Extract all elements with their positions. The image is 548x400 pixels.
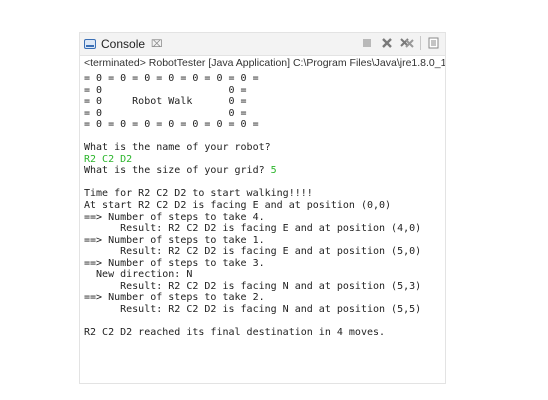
console-output[interactable]: = 0 = 0 = 0 = 0 = 0 = 0 = 0 = = 0 0 = = … <box>84 73 443 383</box>
banner-bottom: = 0 = 0 = 0 = 0 = 0 = 0 = 0 = <box>84 119 259 131</box>
console-tab[interactable]: Console ⌧ <box>80 33 169 55</box>
steps-line-4: ==> Number of steps to take 2. <box>84 292 265 304</box>
terminate-icon[interactable] <box>360 36 374 50</box>
start-position-line: At start R2 C2 D2 is facing E and at pos… <box>84 200 392 212</box>
console-view: Console ⌧ <terminated> RobotTester [Java… <box>79 32 446 384</box>
toolbar-separator <box>420 36 421 50</box>
prompt-robot-name: What is the name of your robot? <box>84 142 271 154</box>
steps-line-3: ==> Number of steps to take 3. <box>84 257 265 269</box>
console-toolbar <box>360 36 441 50</box>
banner-title: = 0 Robot Walk 0 = <box>84 96 247 108</box>
banner-side-1: = 0 0 = <box>84 84 247 96</box>
banner-top: = 0 = 0 = 0 = 0 = 0 = 0 = 0 = <box>84 73 259 84</box>
input-robot-name: R2 C2 D2 <box>84 153 133 165</box>
steps-line-1: ==> Number of steps to take 4. <box>84 211 265 223</box>
prompt-grid-size: What is the size of your grid? <box>84 165 271 177</box>
result-line-1: Result: R2 C2 D2 is facing E and at posi… <box>84 223 422 235</box>
result-line-2: Result: R2 C2 D2 is facing E and at posi… <box>84 246 422 258</box>
console-icon <box>84 39 96 49</box>
result-line-4: Result: R2 C2 D2 is facing N and at posi… <box>84 303 422 315</box>
banner-side-2: = 0 0 = <box>84 107 247 119</box>
remove-all-icon[interactable] <box>400 36 414 50</box>
console-tab-label: Console <box>101 37 146 51</box>
start-walking-line: Time for R2 C2 D2 to start walking!!!! <box>84 188 313 200</box>
new-direction-line: New direction: N <box>84 269 193 281</box>
view-tab-bar: Console ⌧ <box>80 33 445 56</box>
final-destination-line: R2 C2 D2 reached its final destination i… <box>84 327 386 339</box>
remove-launch-icon[interactable] <box>380 36 394 50</box>
input-grid-size: 5 <box>270 165 277 177</box>
steps-line-2: ==> Number of steps to take 1. <box>84 234 265 246</box>
tab-close-icon[interactable]: ⌧ <box>151 39 163 50</box>
scroll-lock-icon[interactable] <box>427 36 441 50</box>
result-line-3: Result: R2 C2 D2 is facing N and at posi… <box>84 280 422 292</box>
process-status-line: <terminated> RobotTester [Java Applicati… <box>84 57 445 69</box>
